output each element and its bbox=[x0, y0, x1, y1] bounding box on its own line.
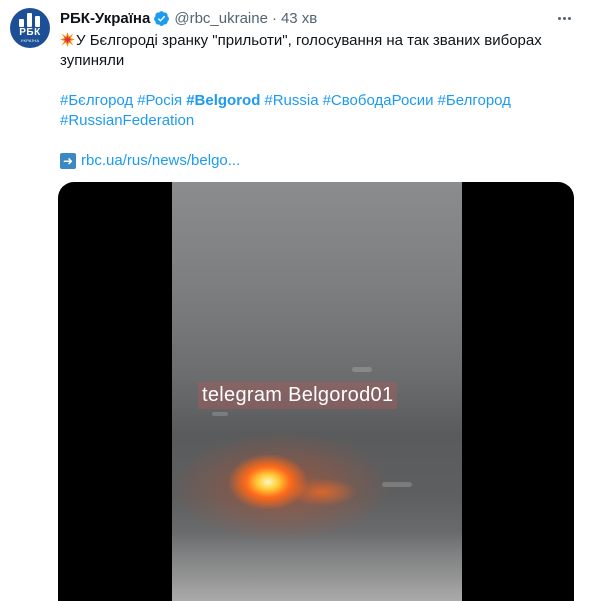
tweet-content: РБК-Україна @rbc_ukraine · 43 хв У Бєлго… bbox=[60, 7, 574, 171]
verified-badge-icon bbox=[154, 10, 170, 26]
smoke-streak bbox=[352, 367, 372, 372]
hashtag-link[interactable]: #Росія bbox=[137, 92, 182, 109]
separator-dot: · bbox=[271, 9, 277, 27]
smoke-streak bbox=[212, 412, 228, 416]
article-link-text[interactable]: rbc.ua/rus/news/belgo... bbox=[81, 151, 240, 171]
hashtag-list: #Бєлгород #Росія #Belgorod #Russia #СвободаР… bbox=[60, 91, 574, 131]
ground-area bbox=[172, 532, 462, 601]
hashtag-link[interactable]: #Belgorod bbox=[186, 92, 260, 109]
collision-emoji-icon bbox=[60, 32, 75, 47]
tweet-text-body: У Бєлгороді зранку "прильоти", голосуван… bbox=[60, 32, 542, 69]
right-arrow-emoji-icon: ➜ bbox=[60, 153, 76, 169]
video-frame[interactable]: telegram Belgorod01 bbox=[172, 182, 462, 601]
tweet: РБК УКРАЇНА РБК-Україна @rbc_ukraine · 4… bbox=[0, 0, 590, 601]
display-name[interactable]: РБК-Україна bbox=[60, 10, 150, 27]
hashtag-link[interactable]: #Бєлгород bbox=[60, 92, 133, 109]
hashtag-link[interactable]: #RussianFederation bbox=[60, 112, 194, 129]
rbc-logo-icon bbox=[19, 13, 41, 27]
tweet-header: РБК-Україна @rbc_ukraine · 43 хв bbox=[60, 7, 574, 29]
avatar-logo-subtext: УКРАЇНА bbox=[20, 38, 40, 43]
avatar-logo-text: РБК bbox=[19, 27, 41, 38]
article-link[interactable]: ➜ rbc.ua/rus/news/belgo... bbox=[60, 151, 574, 171]
more-options-icon[interactable] bbox=[554, 11, 574, 25]
smoke-streak bbox=[382, 482, 412, 487]
tweet-text: У Бєлгороді зранку "прильоти", голосуван… bbox=[60, 31, 574, 71]
hashtag-link[interactable]: #Russia bbox=[264, 92, 318, 109]
video-player[interactable]: telegram Belgorod01 bbox=[58, 182, 574, 601]
video-watermark: telegram Belgorod01 bbox=[198, 382, 398, 409]
timestamp[interactable]: 43 хв bbox=[281, 10, 317, 27]
handle[interactable]: @rbc_ukraine bbox=[174, 10, 268, 27]
hashtag-link[interactable]: #Белгород bbox=[438, 92, 511, 109]
avatar[interactable]: РБК УКРАЇНА bbox=[10, 8, 50, 48]
hashtag-link[interactable]: #СвободаРосии bbox=[323, 92, 434, 109]
